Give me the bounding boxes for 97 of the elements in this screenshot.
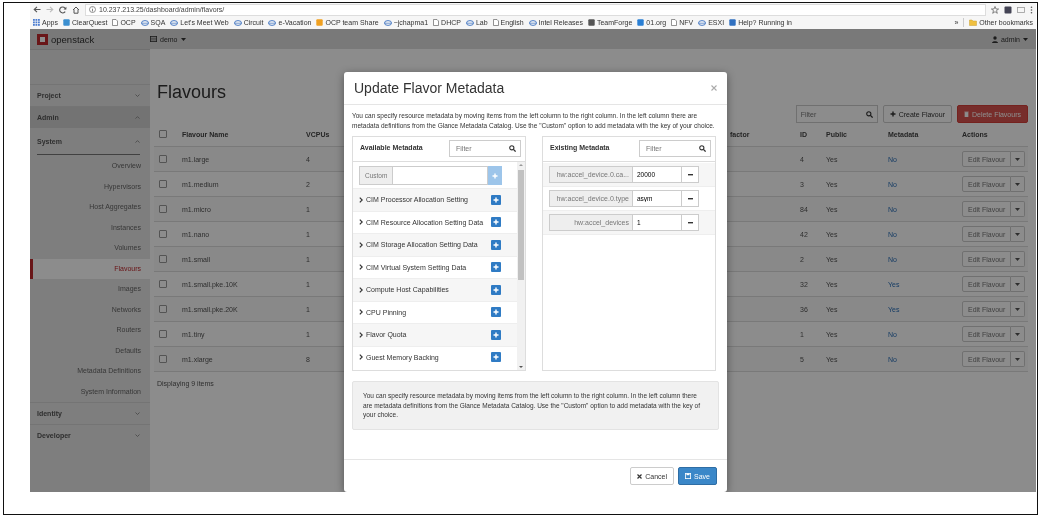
caret-icon [1015, 307, 1021, 311]
plus-icon [492, 172, 498, 179]
logo-text: openstack [51, 33, 95, 45]
page-icon [112, 19, 119, 26]
globe-icon [170, 19, 179, 26]
page-icon [433, 19, 440, 26]
row-checkbox[interactable] [159, 280, 167, 288]
caret-icon [1015, 157, 1021, 161]
floppy-icon [685, 473, 692, 479]
chevron-right-icon [359, 219, 363, 226]
trash-icon [963, 111, 969, 117]
caret-icon [1023, 37, 1028, 41]
actions-dropdown-toggle[interactable] [1011, 326, 1026, 342]
actions-dropdown-toggle[interactable] [1011, 176, 1026, 192]
caret-icon [1015, 257, 1021, 261]
plus-icon [493, 241, 499, 248]
minus-icon [687, 197, 693, 200]
actions-dropdown-toggle[interactable] [1011, 251, 1026, 267]
actions-dropdown-toggle[interactable] [1011, 351, 1026, 367]
add-button[interactable] [491, 307, 501, 318]
add-button[interactable] [488, 166, 502, 186]
forward-icon[interactable] [46, 6, 54, 13]
caret-icon [1015, 207, 1021, 211]
reload-icon[interactable] [59, 5, 67, 14]
info-icon [89, 6, 96, 13]
page-icon [492, 19, 499, 26]
remove-button[interactable] [682, 190, 699, 208]
add-button[interactable] [491, 352, 501, 363]
actions-dropdown-toggle[interactable] [1011, 201, 1026, 217]
plus-icon [493, 309, 499, 316]
add-button[interactable] [491, 329, 501, 340]
globe-icon [383, 19, 392, 26]
modal-title: Update Flavor Metadata [354, 80, 505, 96]
chevron-right-icon [359, 196, 363, 203]
add-button[interactable] [491, 217, 501, 228]
globe-icon [140, 19, 149, 26]
caret-icon [1015, 182, 1021, 186]
apps-grid-icon [33, 19, 40, 26]
caret-icon [1015, 282, 1021, 286]
globe-icon [268, 19, 277, 26]
page-title: Flavours [157, 81, 227, 103]
logo-icon [37, 33, 48, 45]
globe-icon [465, 19, 474, 26]
user-icon [991, 35, 998, 43]
home-icon[interactable] [72, 5, 80, 14]
back-icon[interactable] [33, 6, 41, 13]
row-checkbox[interactable] [159, 155, 167, 163]
plus-icon [493, 264, 499, 271]
row-checkbox[interactable] [159, 330, 167, 338]
row-checkbox[interactable] [159, 355, 167, 363]
actions-dropdown-toggle[interactable] [1011, 226, 1026, 242]
caret-icon [1015, 232, 1021, 236]
add-button[interactable] [491, 239, 501, 250]
plus-icon [493, 196, 499, 203]
select-all-checkbox[interactable] [159, 130, 167, 138]
row-checkbox[interactable] [159, 205, 167, 213]
minus-icon [687, 173, 693, 176]
globe-icon [528, 19, 537, 26]
plus-icon [889, 111, 896, 117]
add-button[interactable] [491, 284, 501, 295]
chevron-right-icon [359, 331, 363, 338]
actions-dropdown-toggle[interactable] [1011, 301, 1026, 317]
globe-icon [233, 19, 242, 26]
row-checkbox[interactable] [159, 180, 167, 188]
plus-icon [493, 354, 499, 361]
page-icon [671, 19, 678, 26]
folder-icon [969, 19, 978, 26]
remove-button[interactable] [682, 166, 699, 184]
menu-icon[interactable] [1030, 5, 1033, 14]
actions-dropdown-toggle[interactable] [1011, 151, 1026, 167]
scrollbar[interactable] [517, 162, 525, 371]
row-checkbox[interactable] [159, 305, 167, 313]
globe-icon [698, 19, 707, 26]
plus-icon [493, 219, 499, 226]
plus-icon [493, 286, 499, 293]
caret-icon [1015, 332, 1021, 336]
row-checkbox[interactable] [159, 230, 167, 238]
chevron-right-icon [359, 354, 363, 361]
close-icon [637, 473, 643, 479]
remove-button[interactable] [682, 214, 699, 232]
chevron-right-icon [359, 286, 363, 293]
add-button[interactable] [491, 194, 501, 205]
add-button[interactable] [491, 262, 501, 273]
plus-icon [493, 331, 499, 338]
custom-key-field[interactable] [393, 166, 488, 186]
close-icon[interactable] [711, 85, 717, 91]
row-checkbox[interactable] [159, 255, 167, 263]
chevron-right-icon [359, 309, 363, 316]
caret-icon [180, 37, 186, 41]
chevron-right-icon [359, 241, 363, 248]
extension-icon[interactable] [1004, 5, 1012, 14]
caret-icon [1015, 357, 1021, 361]
actions-dropdown-toggle[interactable] [1011, 276, 1026, 292]
cast-icon[interactable] [1017, 5, 1025, 14]
chevron-right-icon [359, 264, 363, 271]
star-icon[interactable] [991, 5, 999, 14]
project-icon [150, 36, 157, 42]
